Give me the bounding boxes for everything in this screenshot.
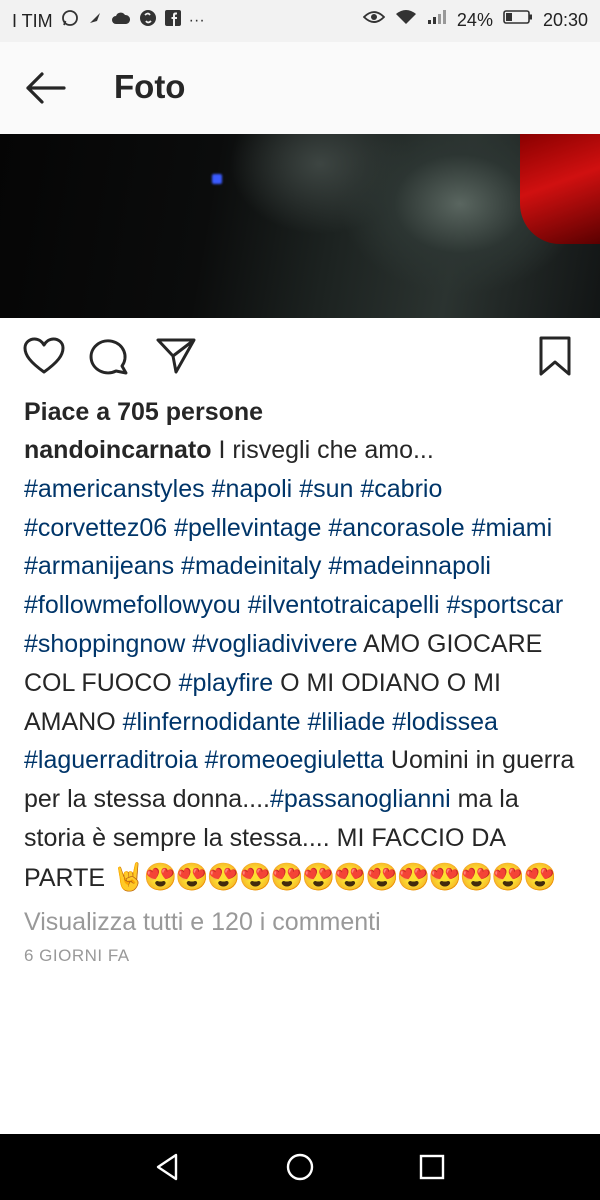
save-button[interactable] <box>534 336 578 376</box>
hashtag-link[interactable]: #cabrio <box>360 475 442 503</box>
photo-detail-red-seat <box>520 134 600 244</box>
battery-icon <box>503 9 533 31</box>
caption-text <box>301 708 308 736</box>
back-button[interactable] <box>22 68 70 108</box>
nav-home-button[interactable] <box>282 1152 318 1182</box>
facebook-icon <box>164 10 181 32</box>
nav-back-button[interactable] <box>150 1152 186 1182</box>
home-circle-icon <box>286 1153 314 1181</box>
carrier-label: I TIM <box>12 10 53 31</box>
wifi-icon <box>395 9 417 31</box>
caption-text: I risvegli che amo... <box>211 436 434 464</box>
status-bar-right: 24% 20:30 <box>362 9 588 31</box>
system-nav-bar <box>0 1134 600 1200</box>
hashtag-link[interactable]: #pellevintage <box>174 514 321 542</box>
cloud-icon <box>111 11 131 31</box>
hashtag-link[interactable]: #vogliadivivere <box>192 630 357 658</box>
nav-recents-button[interactable] <box>414 1152 450 1182</box>
whatsapp-icon <box>61 9 79 33</box>
caption-emojis: 🤘😍😍😍😍😍😍😍😍😍😍😍😍😍 <box>112 861 557 892</box>
heart-icon <box>23 337 65 374</box>
comment-bubble-icon <box>89 339 128 375</box>
caption-body: I risvegli che amo... #americanstyles #n… <box>24 436 574 892</box>
post-actions <box>0 330 600 380</box>
eye-icon <box>362 10 386 30</box>
hashtag-link[interactable]: #madeinnapoli <box>328 552 491 580</box>
share-button[interactable] <box>154 336 198 376</box>
hashtag-link[interactable]: #sun <box>299 475 353 503</box>
hashtag-link[interactable]: #followmefollowyou <box>24 591 241 619</box>
hashtag-link[interactable]: #liliade <box>308 708 386 736</box>
hashtag-link[interactable]: #sportscar <box>446 591 563 619</box>
notification-icon <box>87 10 103 32</box>
hashtag-link[interactable]: #ilventotraicapelli <box>248 591 440 619</box>
hashtag-link[interactable]: #passanoglianni <box>270 785 451 813</box>
likes-count[interactable]: Piace a 705 persone <box>24 393 584 431</box>
hashtag-link[interactable]: #laguerraditroia <box>24 746 198 774</box>
hashtag-link[interactable]: #playfire <box>179 669 274 697</box>
hashtag-link[interactable]: #romeoegiuletta <box>205 746 384 774</box>
more-icon: ··· <box>188 12 205 29</box>
caption-text <box>465 514 472 542</box>
app-header: Foto <box>0 42 600 134</box>
post-timestamp: 6 GIORNI FA <box>24 945 130 965</box>
hashtag-link[interactable]: #shoppingnow <box>24 630 185 658</box>
caption-text <box>174 552 181 580</box>
hashtag-link[interactable]: #corvettez06 <box>24 514 167 542</box>
hashtag-link[interactable]: #americanstyles <box>24 475 205 503</box>
page-title: Foto <box>114 68 186 105</box>
paper-plane-icon <box>156 338 196 374</box>
bookmark-icon <box>539 336 571 376</box>
battery-percent: 24% <box>456 9 493 30</box>
caption-text <box>198 746 205 774</box>
recents-square-icon <box>419 1154 445 1180</box>
comment-button[interactable] <box>88 336 132 376</box>
caption-username[interactable]: nandoincarnato <box>24 436 212 464</box>
clock: 20:30 <box>542 9 588 30</box>
hashtag-link[interactable]: #linfernodidante <box>123 708 301 736</box>
shazam-icon <box>139 9 157 33</box>
caption-text <box>241 591 248 619</box>
signal-icon <box>427 9 447 31</box>
arrow-left-icon <box>26 72 66 104</box>
hashtag-link[interactable]: #napoli <box>212 475 293 503</box>
hashtag-link[interactable]: #ancorasole <box>328 514 464 542</box>
like-button[interactable] <box>22 336 66 376</box>
status-bar-left: I TIM ··· <box>12 9 205 33</box>
post-photo[interactable] <box>0 134 600 318</box>
hashtag-link[interactable]: #lodissea <box>392 708 498 736</box>
photo-detail-blue-light <box>212 174 222 184</box>
hashtag-link[interactable]: #miami <box>472 514 553 542</box>
back-triangle-icon <box>156 1153 178 1181</box>
post-caption: nandoincarnato I risvegli che amo... #am… <box>24 431 584 898</box>
status-bar: I TIM ··· 24% 20:30 <box>0 0 600 42</box>
caption-text <box>205 475 212 503</box>
post-content: Piace a 705 persone nandoincarnato I ris… <box>24 393 584 966</box>
hashtag-link[interactable]: #armanijeans <box>24 552 174 580</box>
hashtag-link[interactable]: #madeinitaly <box>181 552 321 580</box>
view-all-comments-link[interactable]: Visualizza tutti e 120 i commenti <box>24 904 584 940</box>
